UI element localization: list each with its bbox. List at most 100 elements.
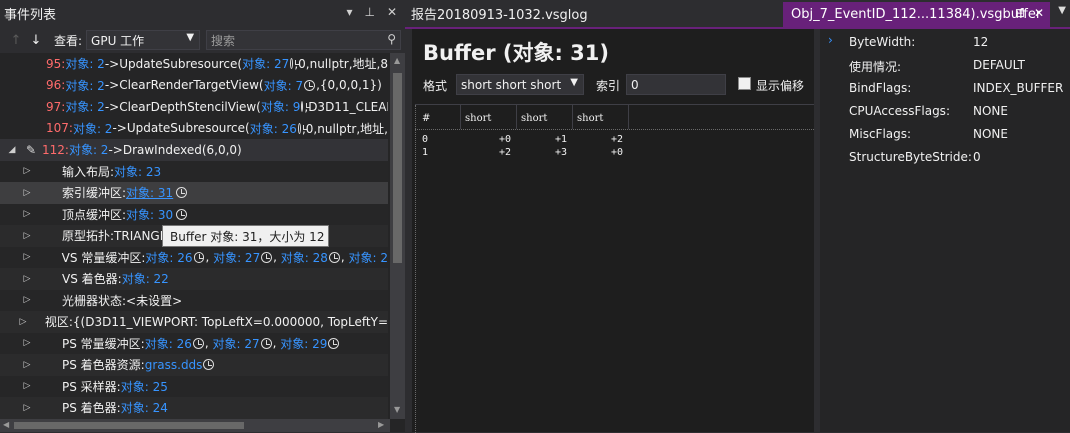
buffer-properties-panel: › ByteWidth: 12 使用情况: DEFAULT BindFlags:…	[820, 29, 1070, 432]
history-icon[interactable]	[260, 337, 272, 349]
expand-icon[interactable]: ▷	[16, 209, 38, 219]
table-cell[interactable]: +2	[603, 134, 623, 145]
table-cell[interactable]: +1	[547, 134, 567, 145]
arrow-up-icon[interactable]: ↑	[6, 33, 26, 48]
search-input[interactable]: 搜索 ⚲	[206, 30, 402, 50]
event-row[interactable]: 97: 对象: 2 ->ClearDepthStencilView( 对象: 9…	[0, 96, 388, 118]
expand-icon[interactable]: ▷	[16, 188, 38, 198]
buffer-grid: # short short short 0 +0 +1 +2 1 +2 +3 +…	[415, 104, 814, 433]
index-input[interactable]: 0	[626, 74, 726, 95]
history-icon[interactable]	[297, 122, 308, 134]
expanded-icon[interactable]: ◢	[4, 145, 20, 155]
arrow-down-icon[interactable]: ↓	[26, 33, 46, 48]
history-icon[interactable]	[301, 101, 311, 113]
table-cell[interactable]: 1	[422, 147, 428, 158]
document-tabs: 报告20180913-1032.vsglog Obj_7_EventID_112…	[405, 0, 1070, 27]
vertical-scrollbar[interactable]: ▲ ▼	[390, 53, 405, 419]
property-row: ByteWidth: 12	[849, 35, 989, 49]
history-icon[interactable]	[328, 337, 340, 349]
column-header[interactable]: short	[577, 113, 603, 124]
view-select[interactable]: GPU 工作 ▼	[86, 30, 201, 50]
view-select-value: GPU 工作	[91, 33, 145, 48]
column-header[interactable]: short	[465, 113, 491, 124]
table-cell[interactable]: +2	[491, 147, 511, 158]
tab-list-dropdown-icon[interactable]: ▼	[1058, 5, 1066, 16]
show-offset-checkbox[interactable]	[738, 77, 751, 90]
expand-icon[interactable]: ▷	[16, 295, 38, 305]
page-title: Buffer (对象: 31)	[423, 41, 610, 65]
tree-item[interactable]: ▷ PS 着色器资源: grass.dds	[0, 354, 388, 376]
dropdown-icon[interactable]: ▾	[346, 5, 352, 19]
search-icon[interactable]: ⚲	[387, 32, 396, 46]
table-cell[interactable]: +0	[491, 134, 511, 145]
tree-item[interactable]: ▷ 顶点缓冲区: 对象: 30	[0, 203, 388, 225]
tooltip: Buffer 对象: 31，大小为 12	[162, 225, 329, 247]
expand-icon[interactable]: ▷	[16, 360, 38, 370]
scroll-left-icon[interactable]: ◀	[3, 420, 9, 429]
scroll-thumb[interactable]	[14, 422, 244, 429]
scroll-up-icon[interactable]: ▲	[394, 56, 400, 65]
pin-icon[interactable]: ⊟	[1015, 6, 1025, 20]
tree-item[interactable]: ▷ VS 常量缓冲区: 对象: 26 , 对象: 27 , 对象: 28 , 对…	[0, 246, 388, 268]
history-icon[interactable]	[176, 208, 188, 220]
view-label: 查看:	[54, 33, 83, 48]
panel-title: 事件列表	[4, 8, 57, 23]
property-row: CPUAccessFlags: NONE	[849, 104, 1008, 118]
pin-icon[interactable]: ⊥	[364, 5, 374, 19]
tab-report[interactable]: 报告20180913-1032.vsglog	[411, 4, 588, 23]
expand-icon[interactable]: ▷	[16, 274, 38, 284]
event-row[interactable]: 96: 对象: 2 ->ClearRenderTargetView( 对象: 7…	[0, 75, 388, 97]
column-header[interactable]: short	[521, 113, 547, 124]
tree-item[interactable]: ▷ 视区:{(D3D11_VIEWPORT: TopLeftX=0.000000…	[0, 311, 388, 333]
expand-icon[interactable]: ▷	[16, 166, 38, 176]
event-toolbar: ↑ ↓ 查看: GPU 工作 ▼ 搜索 ⚲	[0, 27, 405, 53]
close-icon[interactable]: ✕	[387, 5, 397, 19]
tree-item[interactable]: ▷ PS 着色器: 对象: 24	[0, 397, 388, 419]
property-row: MiscFlags: NONE	[849, 127, 1008, 141]
search-placeholder: 搜索	[211, 33, 236, 48]
close-icon[interactable]: ✕	[1034, 6, 1044, 20]
event-row[interactable]: 95: 对象: 2 ->UpdateSubresource( 对象: 27 ,0…	[0, 53, 388, 75]
tree-item[interactable]: ▷ 索引缓冲区: 对象: 31	[0, 182, 388, 204]
table-cell[interactable]: +0	[603, 147, 623, 158]
tree-item[interactable]: ▷ PS 采样器: 对象: 25	[0, 375, 388, 397]
chevron-down-icon: ▼	[570, 77, 578, 88]
scroll-right-icon[interactable]: ▶	[378, 420, 384, 429]
expand-icon[interactable]: ▷	[16, 338, 38, 348]
tree-item[interactable]: ▷ 输入布局: 对象: 23	[0, 160, 388, 182]
history-icon[interactable]	[290, 58, 300, 70]
buffer-view: Buffer (对象: 31) 格式 short short short ▼ 索…	[412, 29, 814, 433]
horizontal-scrollbar[interactable]: ◀ ▶	[0, 419, 390, 432]
table-cell[interactable]: +3	[547, 147, 567, 158]
table-cell[interactable]: 0	[422, 134, 428, 145]
format-select-value: short short short	[461, 77, 562, 92]
scroll-thumb[interactable]	[393, 73, 402, 263]
collapse-chevron-icon[interactable]: ›	[828, 33, 833, 47]
expand-icon[interactable]: ▷	[16, 252, 38, 262]
scroll-down-icon[interactable]: ▼	[394, 405, 400, 414]
history-icon[interactable]	[203, 359, 215, 371]
history-icon[interactable]	[304, 79, 316, 91]
expand-icon[interactable]: ▷	[16, 381, 38, 391]
history-icon[interactable]	[328, 251, 340, 263]
expand-icon[interactable]: ▷	[16, 403, 38, 413]
event-row-draw[interactable]: ◢ ✎ 112: 对象: 2 ->DrawIndexed(6,0,0)	[0, 139, 388, 161]
tree-item[interactable]: ▷ 光栅器状态:<未设置>	[0, 289, 388, 311]
history-icon[interactable]	[193, 251, 205, 263]
property-row: StructureByteStride: 0	[849, 150, 981, 164]
history-icon[interactable]	[176, 187, 188, 199]
history-icon[interactable]	[192, 337, 204, 349]
property-row: BindFlags: INDEX_BUFFER	[849, 81, 1064, 95]
column-header[interactable]: #	[422, 113, 430, 124]
tab-buffer[interactable]: Obj_7_EventID_112...11384).vsgbuffer ⊟ ✕	[783, 2, 1050, 27]
expand-icon[interactable]: ▷	[16, 317, 30, 327]
history-icon[interactable]	[261, 251, 273, 263]
format-select[interactable]: short short short ▼	[456, 74, 584, 95]
tree-item[interactable]: ▷ PS 常量缓冲区: 对象: 26 , 对象: 27 , 对象: 29	[0, 332, 388, 354]
event-row[interactable]: 107: 对象: 2 ->UpdateSubresource( 对象: 26 ,…	[0, 118, 388, 140]
property-row: 使用情况: DEFAULT	[849, 58, 1025, 74]
show-offset-label: 显示偏移	[756, 79, 805, 93]
tree-item[interactable]: ▷ VS 着色器: 对象: 22	[0, 268, 388, 290]
chevron-down-icon: ▼	[186, 32, 195, 43]
expand-icon[interactable]: ▷	[16, 231, 38, 241]
